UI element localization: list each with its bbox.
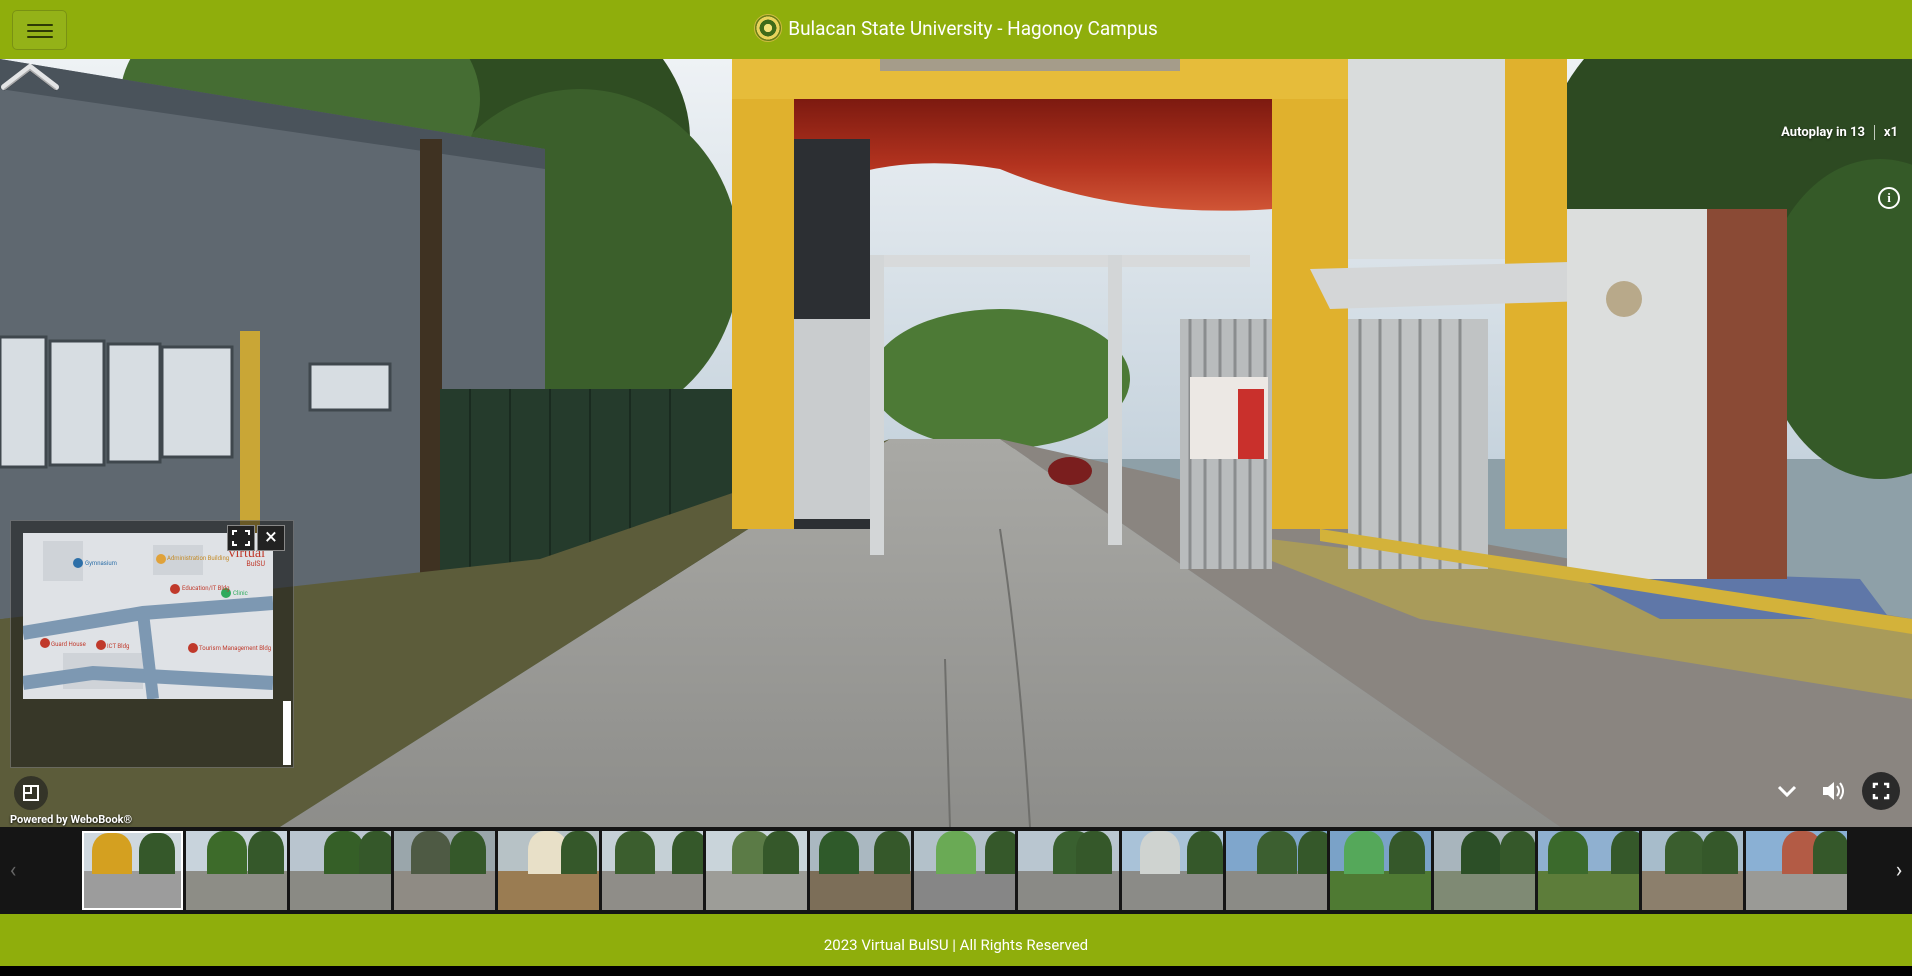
scene-thumbnail-strip: ‹ › [0, 827, 1912, 914]
scene-thumbnail[interactable] [810, 831, 911, 910]
top-header-bar: Bulacan State University - Hagonoy Campu… [0, 0, 1912, 59]
autoplay-indicator[interactable]: Autoplay in 13 x1 [1781, 125, 1898, 140]
chevron-left-icon[interactable]: ‹ [0, 827, 26, 914]
scene-thumbnail[interactable] [1226, 831, 1327, 910]
scene-thumbnail[interactable] [914, 831, 1015, 910]
site-title: Bulacan State University - Hagonoy Campu… [788, 16, 1158, 40]
university-seal-icon [754, 14, 783, 42]
scene-thumbnail[interactable] [290, 831, 391, 910]
powered-by-label[interactable]: Powered by WeboBook® [10, 813, 132, 826]
volume-icon[interactable] [1814, 772, 1852, 810]
pin-label[interactable]: Gymnasium [85, 560, 117, 567]
info-icon[interactable]: i [1878, 187, 1900, 209]
minimap-scrollbar[interactable] [283, 701, 291, 765]
scene-thumbnail[interactable] [394, 831, 495, 910]
autoplay-countdown: Autoplay in 13 [1781, 125, 1865, 140]
pin-label[interactable]: Administration Building [167, 555, 229, 562]
pin-label[interactable]: Tourism Management Bldg [199, 645, 271, 652]
scene-thumbnail[interactable] [498, 831, 599, 910]
scene-thumbnail[interactable] [186, 831, 287, 910]
map-toggle-icon[interactable] [14, 776, 48, 810]
campus-minimap[interactable]: virtual BulSU Gymnasium Administration B… [23, 533, 273, 699]
site-footer: 2023 Virtual BulSU | All Rights Reserved [0, 914, 1912, 966]
scene-thumbnail[interactable] [706, 831, 807, 910]
scene-thumbnail[interactable] [1746, 831, 1847, 910]
copyright-text: 2023 Virtual BulSU | All Rights Reserved [823, 936, 1089, 954]
minimap-panel: virtual BulSU Gymnasium Administration B… [10, 520, 294, 768]
scene-thumbnail[interactable] [1434, 831, 1535, 910]
pin-label[interactable]: ICT Bldg [107, 643, 129, 650]
scene-thumbnail[interactable] [1538, 831, 1639, 910]
scene-thumbnail[interactable] [1018, 831, 1119, 910]
logo-line-2: BulSU [246, 560, 265, 568]
scene-thumbnail[interactable] [602, 831, 703, 910]
scene-thumbnail[interactable] [1642, 831, 1743, 910]
scene-thumbnail[interactable] [1330, 831, 1431, 910]
expand-icon[interactable] [227, 525, 255, 551]
scene-thumbnail[interactable] [1122, 831, 1223, 910]
close-icon[interactable]: × [257, 525, 285, 551]
scene-thumbnail[interactable] [82, 831, 183, 910]
autoplay-speed[interactable]: x1 [1873, 125, 1898, 140]
site-title-group: Bulacan State University - Hagonoy Campu… [0, 14, 1912, 42]
chevron-right-icon[interactable]: › [1886, 827, 1912, 914]
pin-label[interactable]: Education/IT Bldg [182, 585, 230, 592]
chevron-up-icon[interactable] [0, 59, 60, 93]
pin-label[interactable]: Guard House [51, 641, 86, 648]
chevron-down-icon[interactable] [1768, 772, 1806, 810]
fullscreen-icon[interactable] [1862, 772, 1900, 810]
pin-label[interactable]: Clinic [233, 590, 248, 597]
